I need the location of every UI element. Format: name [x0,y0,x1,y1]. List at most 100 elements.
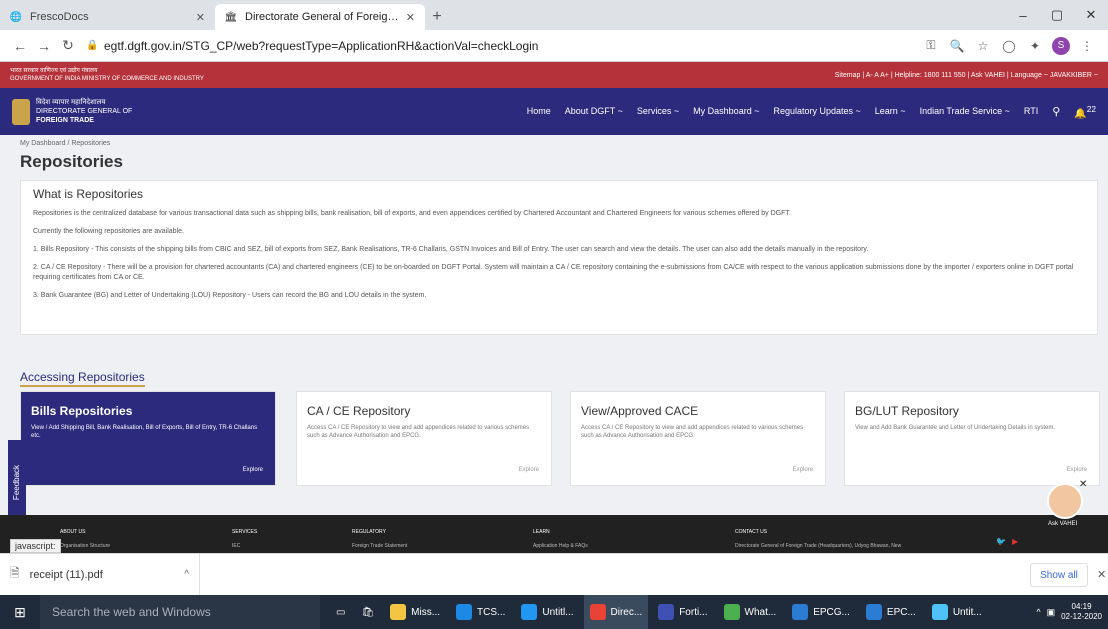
chevron-up-icon[interactable]: ^ [1036,607,1040,617]
assistant-avatar-icon[interactable] [1047,483,1083,519]
bglut-repository-card[interactable]: BG/LUT Repository View and Add Bank Guar… [844,391,1100,486]
maximize-button[interactable]: ▢ [1040,0,1074,30]
nav-services[interactable]: Services ~ [637,106,679,116]
nav-about[interactable]: About DGFT ~ [565,106,623,116]
explore-link[interactable]: Explore [793,467,813,473]
star-icon[interactable]: ☆ [974,37,992,55]
info-paragraph: 1. Bills Repository - This consists of t… [33,246,869,253]
card-description: View / Add Shipping Bill, Bank Realisati… [31,425,258,439]
toolbar-icons: ⚿ 🔍 ☆ ◯ ✦ S ⋮ [922,36,1096,55]
taskbar-app[interactable]: Untit... [926,595,988,629]
taskbar-search[interactable]: Search the web and Windows [40,595,320,629]
menu-icon[interactable]: ⋮ [1078,37,1096,55]
taskbar-app[interactable]: Forti... [652,595,713,629]
footer-column: LEARN Application Help & FAQs [533,529,588,549]
new-tab-button[interactable]: + [425,4,449,30]
youtube-icon[interactable]: ▶ [1012,537,1018,546]
info-title: What is Repositories [33,187,144,201]
task-view-icon[interactable]: ▭ [330,595,351,629]
nav-learn[interactable]: Learn ~ [875,106,906,116]
page-title: Repositories [20,152,123,171]
nav-dashboard[interactable]: My Dashboard ~ [693,106,759,116]
nav-trade-service[interactable]: Indian Trade Service ~ [920,106,1010,116]
puzzle-icon[interactable]: ✦ [1026,37,1044,55]
breadcrumb[interactable]: My Dashboard / Repositories [20,140,110,147]
zoom-icon[interactable]: 🔍 [948,37,966,55]
back-icon[interactable]: ← [8,34,32,58]
taskbar-apps: ▭ 🛍 Miss... TCS... Untitl... Direc... Fo… [330,595,988,629]
info-paragraph: 2. CA / CE Repository - There will be a … [33,264,1074,281]
card-title: View/Approved CACE [581,404,699,418]
download-item[interactable]: 🗎 receipt (11).pdf ^ [0,553,200,596]
reload-icon[interactable]: ↻ [56,34,80,58]
card-title: CA / CE Repository [307,404,411,418]
url-text: egtf.dgft.gov.in/STG_CP/web?requestType=… [104,38,539,53]
taskbar-app[interactable]: Untitl... [515,595,579,629]
explore-link[interactable]: Explore [243,467,263,473]
card-title: Bills Repositories [31,404,133,418]
taskbar-app[interactable]: EPC... [860,595,922,629]
cace-repository-card[interactable]: CA / CE Repository Access CA / CE Reposi… [296,391,552,486]
forward-icon[interactable]: → [32,34,56,58]
taskbar-app[interactable]: EPCG... [786,595,856,629]
download-bar: 🗎 receipt (11).pdf ^ Show all ✕ [0,553,1108,596]
window-controls: – ▢ ✕ [1006,0,1108,30]
site-header: विदेश व्यापार महानिदेशालय DIRECTORATE GE… [0,88,1108,135]
dgft-logo[interactable]: विदेश व्यापार महानिदेशालय DIRECTORATE GE… [12,98,132,125]
store-icon[interactable]: 🛍 [355,595,380,629]
social-links: 🐦 ▶ [996,537,1018,546]
info-paragraph: Currently the following repositories are… [33,228,184,235]
close-icon[interactable]: ✕ [196,11,205,24]
info-paragraph: Repositories is the centralized database… [33,210,791,217]
twitter-icon[interactable]: 🐦 [996,537,1006,546]
close-icon[interactable]: ✕ [1097,568,1106,581]
show-all-button[interactable]: Show all [1030,563,1088,587]
minimize-button[interactable]: – [1006,0,1040,30]
chevron-up-icon[interactable]: ^ [184,569,189,580]
footer-column: REGULATORY Foreign Trade Statement [352,529,408,549]
extension-icon[interactable]: ◯ [1000,37,1018,55]
file-icon: 🗎 [10,566,20,580]
close-icon[interactable]: ✕ [406,11,415,24]
taskbar-app[interactable]: Direc... [583,595,649,629]
explore-link[interactable]: Explore [519,467,539,473]
close-icon[interactable]: ✕ [1079,479,1087,490]
government-top-bar: भारत सरकार वाणिज्य एवं उद्योग मंत्रालय G… [0,62,1108,88]
footer-column: SERVICES IEC [232,529,258,549]
tab-dgft[interactable]: 🏛 Directorate General of Foreign T ✕ [215,4,425,30]
profile-avatar[interactable]: S [1052,36,1070,55]
card-description: Access CA / CE Repository to view and ad… [307,425,530,439]
feedback-tab[interactable]: Feedback [8,440,26,525]
windows-start-icon[interactable]: ⊞ [0,595,40,629]
taskbar-app[interactable]: TCS... [450,595,511,629]
accessibility-links[interactable]: Sitemap | A- A A+ | Helpline: 1800 111 5… [835,72,1098,79]
notification-count: 22 [1086,103,1096,114]
nav-regulatory[interactable]: Regulatory Updates ~ [773,106,860,116]
notification-bell-icon[interactable]: 🔔22 [1074,104,1096,119]
clock[interactable]: 04:19 02-12-2020 [1061,602,1102,622]
page-content: My Dashboard / Repositories Repositories… [0,135,1108,515]
notification-icon[interactable]: ▣ [1047,607,1056,618]
gov-emblem-text: भारत सरकार वाणिज्य एवं उद्योग मंत्रालय G… [10,68,204,82]
footer-column: ABOUT US Organisation Structure [60,529,111,549]
card-description: View and Add Bank Guarantee and Letter o… [855,425,1056,431]
dgft-icon: 🏛 [224,11,238,23]
card-description: Access CA / CE Repository to view and ad… [581,425,804,439]
nav-rti[interactable]: RTI [1024,106,1038,116]
tab-label: Directorate General of Foreign T [245,11,400,23]
taskbar-app[interactable]: Miss... [384,595,446,629]
assistant-label[interactable]: Ask VAHEI [1048,521,1077,527]
url-field[interactable]: 🔒 egtf.dgft.gov.in/STG_CP/web?requestTyp… [86,34,922,58]
bills-repository-card[interactable]: Bills Repositories View / Add Shipping B… [20,391,276,486]
info-paragraph: 3. Bank Guarantee (BG) and Letter of Und… [33,292,427,299]
key-icon[interactable]: ⚿ [922,37,940,55]
nav-home[interactable]: Home [527,106,551,116]
info-card: What is Repositories Repositories is the… [20,180,1098,335]
close-window-button[interactable]: ✕ [1074,0,1108,30]
taskbar-app[interactable]: What... [718,595,783,629]
explore-link[interactable]: Explore [1067,467,1087,473]
approved-cace-card[interactable]: View/Approved CACE Access CA / CE Reposi… [570,391,826,486]
title-underline [20,385,145,387]
search-icon[interactable]: ⚲ [1052,105,1060,118]
tab-frescodocs[interactable]: 🌐 FrescoDocs ✕ [0,4,215,30]
